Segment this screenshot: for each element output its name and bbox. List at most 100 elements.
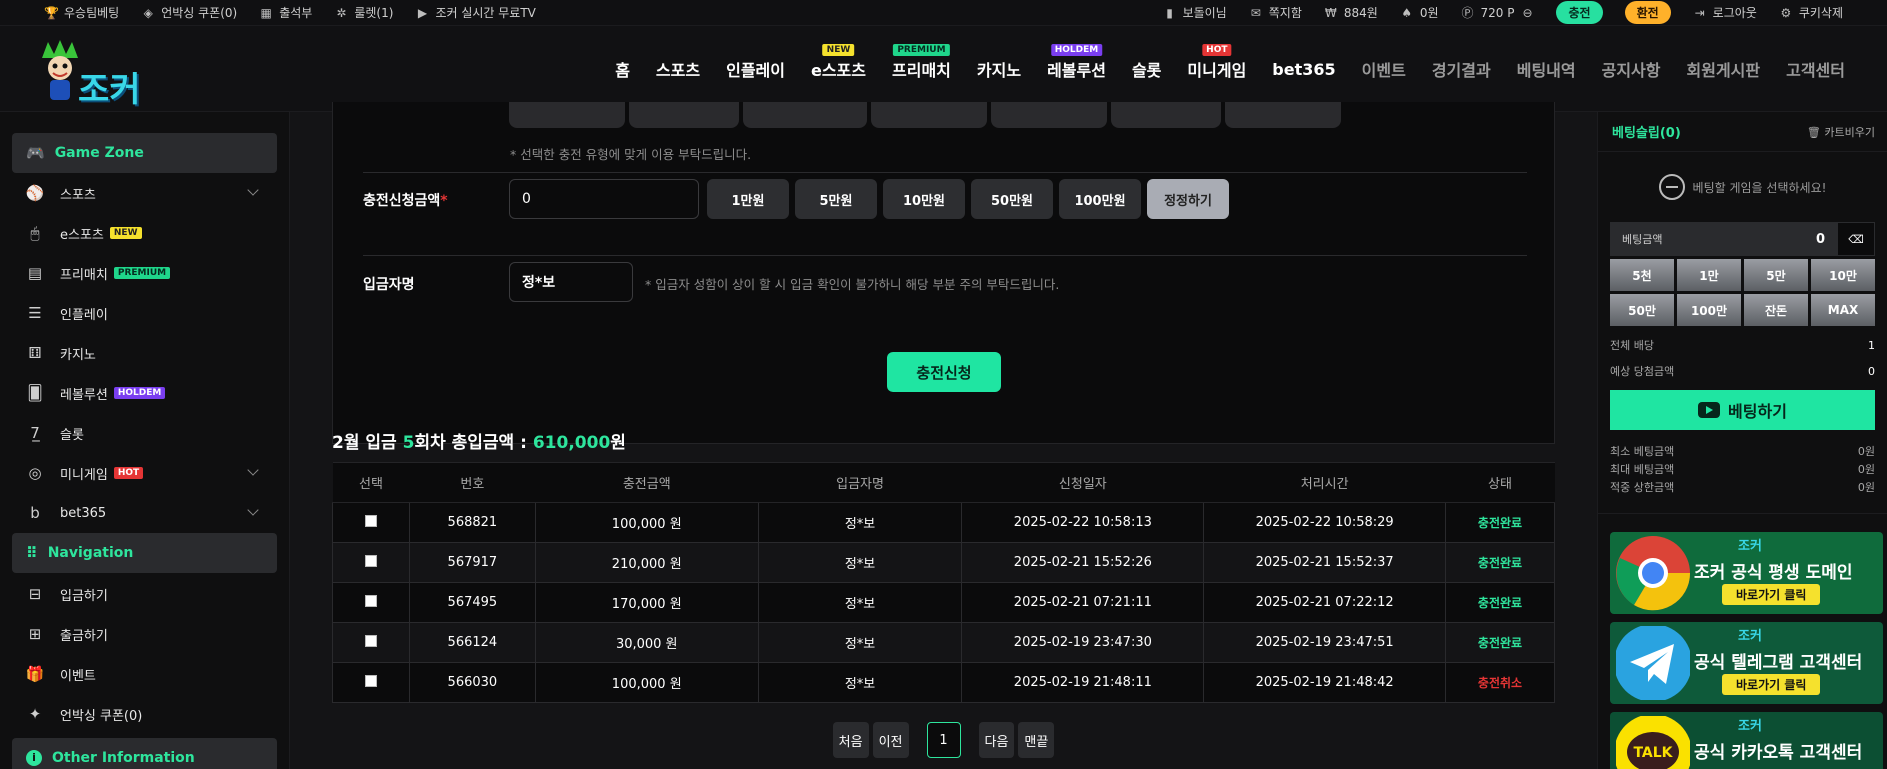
row-checkbox[interactable] (364, 594, 377, 607)
amount-1m-button[interactable]: 100만원 (1059, 179, 1141, 219)
quick-amount-button[interactable]: 잔돈 (1744, 294, 1808, 326)
nav-item-13[interactable]: 공지사항 (1602, 57, 1661, 81)
nav-item-12[interactable]: 베팅내역 (1517, 57, 1576, 81)
sidebar-item-withdraw[interactable]: ⊞ 출금하기 (0, 614, 289, 654)
sidebar-section-navigation[interactable]: ⠿ Navigation (12, 533, 277, 573)
nav-item-5[interactable]: 카지노 (977, 57, 1021, 81)
row-checkbox[interactable] (364, 514, 377, 527)
sidebar-item-label: 언박싱 쿠폰(0) (60, 708, 143, 724)
sidebar-item-slot-777[interactable]: 7̲ 슬롯 (0, 413, 289, 453)
topbar-link-live-tv[interactable]: ▶ 조커 실시간 무료TV (415, 4, 536, 21)
betslip-header: 베팅슬립(0) 🗑 카트비우기 (1598, 112, 1887, 152)
sidebar-item-label: 출금하기 (60, 628, 108, 644)
quick-amount-button[interactable]: 100만 (1677, 294, 1741, 326)
dice-icon: ⚅ (28, 344, 42, 362)
column-header: 선택 (332, 462, 410, 503)
amount-500k-button[interactable]: 50만원 (971, 179, 1053, 219)
deposit-type-option[interactable] (1111, 102, 1221, 128)
banner-official-domain[interactable]: 조커 조커 공식 평생 도메인 바로가기 클릭 (1610, 532, 1883, 614)
amount-50k-button[interactable]: 5만원 (795, 179, 877, 219)
amount-10k-button[interactable]: 1만원 (707, 179, 789, 219)
eraser-icon[interactable]: ⌫ (1837, 222, 1875, 256)
deposit-type-option[interactable] (1225, 102, 1341, 128)
sidebar-item-sports-ball[interactable]: ⚾ 스포츠 (0, 173, 289, 213)
sidebar-item-coupon[interactable]: ✦ 언박싱 쿠폰(0) (0, 694, 289, 734)
nav-item-2[interactable]: 인플레이 (726, 57, 785, 81)
chevron-down-icon[interactable] (247, 184, 259, 196)
sidebar-item-mini-game[interactable]: ◎ 미니게임 HOT (0, 453, 289, 493)
last-page-button[interactable]: 맨끝 (1018, 722, 1055, 758)
chevron-down-icon[interactable] (247, 464, 259, 476)
sidebar-item-gift[interactable]: 🎁 이벤트 (0, 654, 289, 694)
topbar-link-attendance[interactable]: ▦ 출석부 (259, 4, 313, 21)
row-checkbox[interactable] (364, 634, 377, 647)
select-cell (332, 662, 410, 703)
convert-points-icon[interactable]: ⊖ (1520, 6, 1534, 20)
depositor-name-field[interactable]: 정*보 (509, 262, 633, 302)
sidebar-item-board[interactable]: ▤ 프리매치 PREMIUM (0, 253, 289, 293)
sidebar-section-other-info[interactable]: i Other Information (12, 738, 277, 769)
nav-item-3[interactable]: e스포츠 NEW (811, 44, 866, 81)
nav-item-11[interactable]: 경기결과 (1432, 57, 1491, 81)
quick-amount-button[interactable]: 5만 (1744, 259, 1808, 291)
row-checkbox[interactable] (364, 554, 377, 567)
clear-cart-button[interactable]: 🗑 카트비우기 (1807, 124, 1875, 140)
row-status-cell: 충전완료 (1445, 582, 1555, 623)
nav-item-1[interactable]: 스포츠 (656, 57, 700, 81)
current-page-button[interactable]: 1 (926, 722, 961, 758)
first-page-button[interactable]: 처음 (832, 722, 869, 758)
nav-item-10[interactable]: 이벤트 (1362, 57, 1406, 81)
sidebar-section-game-zone[interactable]: 🎮 Game Zone (12, 133, 277, 173)
topbar-link-winner-bet[interactable]: 🏆 우승팀베팅 (44, 4, 119, 21)
nav-item-0[interactable]: 홈 (615, 57, 630, 81)
quick-amount-button[interactable]: 5천 (1610, 259, 1674, 291)
topbar-link-roulette[interactable]: ✲ 룰렛(1) (334, 4, 393, 21)
bet-amount-input[interactable]: 0 (1816, 232, 1825, 247)
mail-icon: ✉ (1250, 5, 1261, 20)
sidebar-item-list[interactable]: ☰ 인플레이 (0, 293, 289, 333)
banner-telegram-support[interactable]: 조커 공식 텔레그램 고객센터 바로가기 클릭 (1610, 622, 1883, 704)
deposit-type-option[interactable] (991, 102, 1107, 128)
messages-link[interactable]: ✉ 쪽지함 (1249, 4, 1302, 21)
nav-item-15[interactable]: 고객센터 (1786, 57, 1845, 81)
amount-100k-button[interactable]: 10만원 (883, 179, 965, 219)
nav-item-9[interactable]: bet365 (1272, 60, 1335, 79)
sidebar-item-deposit[interactable]: ⊟ 입금하기 (0, 574, 289, 614)
chevron-down-icon[interactable] (247, 504, 259, 516)
quick-amount-button[interactable]: 10만 (1811, 259, 1875, 291)
deposit-submit-button[interactable]: 충전신청 (887, 352, 1001, 392)
quick-amount-button[interactable]: 1만 (1677, 259, 1741, 291)
place-bet-button[interactable]: 베팅하기 (1610, 390, 1875, 430)
nav-badge: HOLDEM (1050, 44, 1103, 56)
sidebar-item-cards[interactable]: 🂠 레볼루션 HOLDEM (0, 373, 289, 413)
sidebar-badge: HOLDEM (113, 387, 166, 399)
banner-kakaotalk-support[interactable]: TALK 조커 공식 카카오톡 고객센터 (1610, 712, 1883, 769)
deposit-button[interactable]: 충전 (1556, 1, 1603, 24)
deposit-type-option[interactable] (743, 102, 867, 128)
quick-amount-button[interactable]: 50만 (1610, 294, 1674, 326)
sidebar-item-mouse[interactable]: 🖱 e스포츠 NEW (0, 213, 289, 253)
withdraw-button[interactable]: 환전 (1624, 1, 1671, 24)
logout-link[interactable]: ⇥ 로그아웃 (1693, 4, 1757, 21)
site-logo[interactable]: 조커 (40, 34, 160, 110)
deposit-type-option[interactable] (871, 102, 987, 128)
sidebar-item-label: 인플레이 (60, 307, 108, 323)
quick-amount-button[interactable]: MAX (1811, 294, 1875, 326)
reset-amount-button[interactable]: 정정하기 (1147, 179, 1229, 219)
column-header: 충전금액 (535, 462, 759, 503)
sidebar-item-dice[interactable]: ⚅ 카지노 (0, 333, 289, 373)
deposit-type-option[interactable] (509, 102, 625, 128)
next-page-button[interactable]: 다음 (978, 722, 1015, 758)
nav-item-4[interactable]: 프리매치 PREMIUM (892, 44, 951, 81)
delete-cookies-link[interactable]: ⚙ 쿠키삭제 (1779, 4, 1843, 21)
sidebar-item-bet365[interactable]: b bet365 (0, 493, 289, 533)
row-checkbox[interactable] (364, 674, 377, 687)
topbar-link-unboxing-coupon[interactable]: ◈ 언박싱 쿠폰(0) (141, 4, 238, 21)
deposit-type-option[interactable] (629, 102, 739, 128)
prev-page-button[interactable]: 이전 (872, 722, 909, 758)
nav-item-7[interactable]: 슬롯 (1132, 57, 1161, 81)
amount-input[interactable]: 0 (509, 179, 699, 219)
nav-item-8[interactable]: 미니게임 HOT (1187, 44, 1246, 81)
nav-item-14[interactable]: 회원게시판 (1687, 57, 1761, 81)
nav-item-6[interactable]: 레볼루션 HOLDEM (1047, 44, 1106, 81)
